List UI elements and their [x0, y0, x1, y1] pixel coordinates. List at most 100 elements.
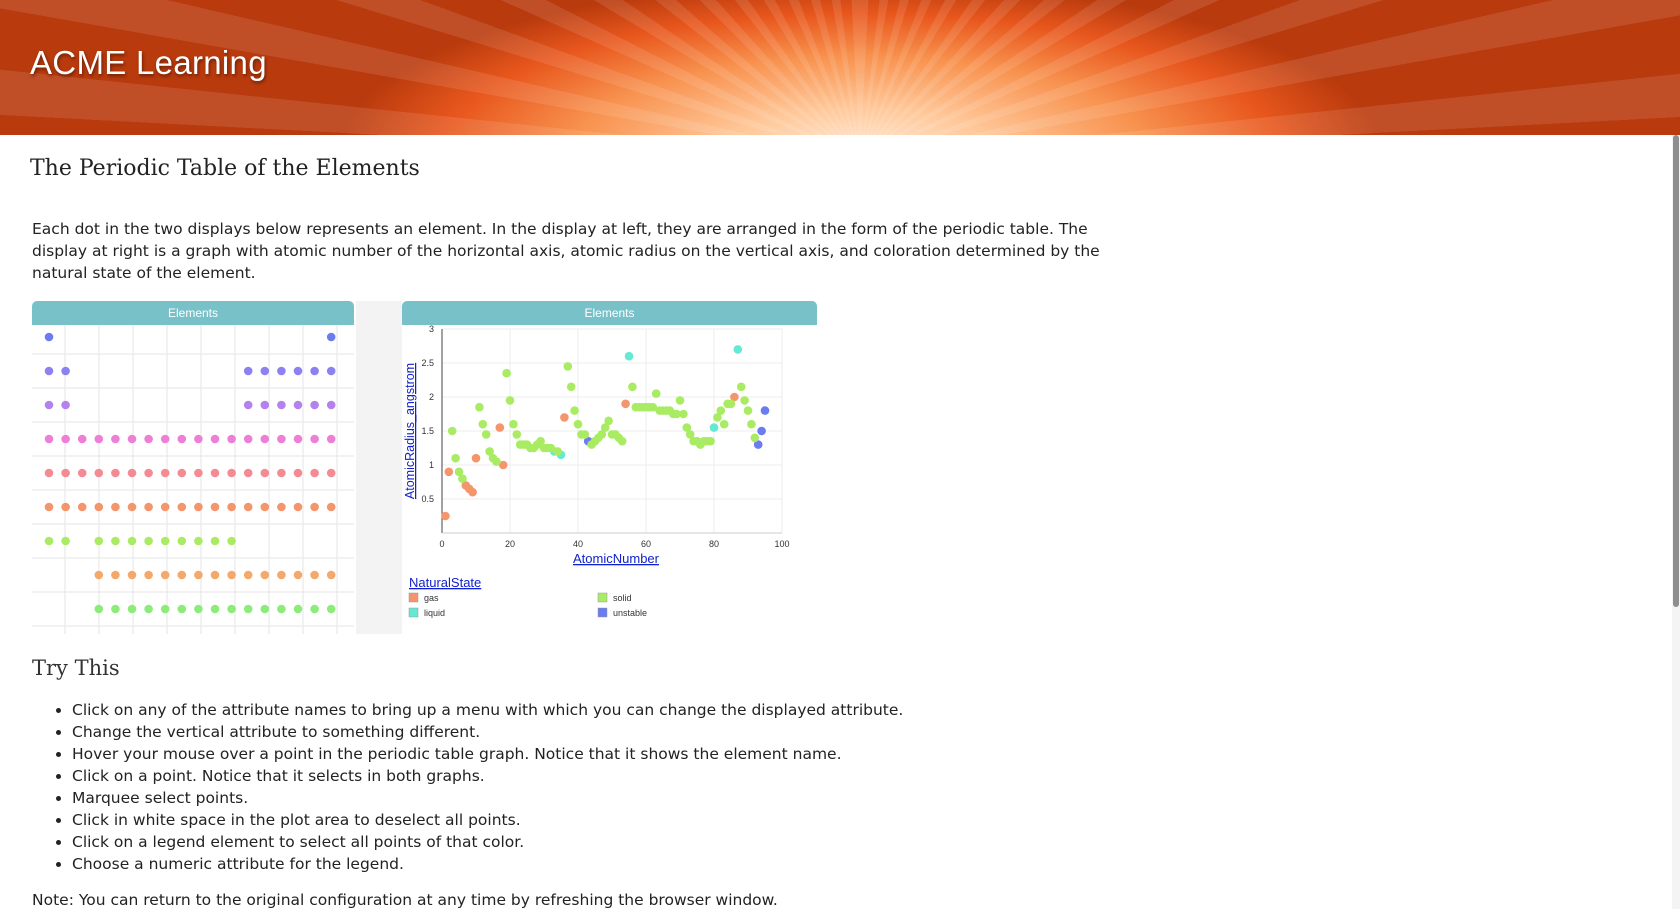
element-point[interactable]	[61, 434, 70, 444]
element-point[interactable]	[210, 502, 220, 512]
element-point[interactable]	[77, 502, 87, 512]
page-scrollbar[interactable]	[1672, 135, 1680, 909]
element-point[interactable]	[277, 468, 286, 478]
data-point-gas[interactable]	[468, 487, 477, 497]
element-point[interactable]	[127, 434, 137, 444]
data-point-liquid[interactable]	[709, 423, 719, 432]
element-point[interactable]	[227, 570, 236, 580]
element-point[interactable]	[194, 434, 203, 444]
element-point[interactable]	[326, 434, 336, 444]
element-point[interactable]	[310, 400, 319, 410]
data-point-solid[interactable]	[447, 426, 457, 436]
data-point-solid[interactable]	[604, 416, 613, 426]
element-point[interactable]	[94, 604, 104, 614]
data-point-solid[interactable]	[573, 419, 583, 429]
element-point[interactable]	[194, 468, 203, 478]
data-point-solid[interactable]	[451, 453, 460, 463]
element-point[interactable]	[277, 366, 286, 376]
element-point[interactable]	[111, 604, 120, 614]
data-point-solid[interactable]	[750, 433, 760, 443]
element-point[interactable]	[44, 502, 54, 512]
element-point[interactable]	[293, 570, 303, 580]
element-point[interactable]	[310, 366, 319, 376]
data-point-solid[interactable]	[502, 368, 511, 378]
element-point[interactable]	[177, 468, 187, 478]
data-point-gas[interactable]	[441, 511, 450, 521]
element-point[interactable]	[260, 570, 270, 580]
element-point[interactable]	[61, 400, 70, 410]
element-point[interactable]	[44, 434, 54, 444]
data-point-solid[interactable]	[719, 419, 729, 429]
element-point[interactable]	[326, 604, 336, 614]
element-point[interactable]	[177, 502, 187, 512]
data-point-solid[interactable]	[617, 436, 627, 446]
data-point-solid[interactable]	[716, 406, 726, 415]
scatter-plot[interactable]: 0.5 1 1.5 2 2.5 3 0 20 40 60 80 100 AtomicRadius_ang…	[402, 325, 817, 634]
data-point-solid[interactable]	[740, 396, 749, 405]
legend-swatch-solid[interactable]	[597, 592, 608, 603]
element-point[interactable]	[177, 570, 187, 580]
element-point[interactable]	[111, 502, 120, 512]
element-point[interactable]	[61, 502, 70, 512]
element-point[interactable]	[127, 468, 137, 478]
legend-title[interactable]: NaturalState	[409, 575, 481, 590]
element-point[interactable]	[111, 468, 120, 478]
element-point[interactable]	[277, 604, 286, 614]
element-point[interactable]	[243, 468, 253, 478]
element-point[interactable]	[44, 400, 54, 410]
periodic-table-header[interactable]: Elements	[32, 301, 354, 325]
data-point-solid[interactable]	[628, 382, 637, 392]
legend-label-solid[interactable]: solid	[613, 593, 632, 603]
element-point[interactable]	[194, 502, 203, 512]
data-point-solid[interactable]	[553, 447, 562, 456]
element-point[interactable]	[144, 604, 153, 614]
element-point[interactable]	[326, 468, 336, 478]
element-point[interactable]	[260, 468, 270, 478]
data-point-solid[interactable]	[580, 430, 590, 439]
element-point[interactable]	[111, 434, 120, 444]
element-point[interactable]	[277, 502, 286, 512]
element-point[interactable]	[94, 434, 104, 444]
data-point-solid[interactable]	[736, 382, 746, 392]
data-point-solid[interactable]	[566, 382, 576, 392]
element-point[interactable]	[310, 604, 319, 614]
data-point-solid[interactable]	[481, 430, 491, 439]
data-point-gas[interactable]	[560, 413, 569, 422]
element-point[interactable]	[260, 366, 270, 376]
element-point[interactable]	[144, 502, 153, 512]
element-point[interactable]	[243, 604, 253, 614]
data-point-gas[interactable]	[444, 467, 454, 477]
element-point[interactable]	[210, 434, 220, 444]
data-point-solid[interactable]	[509, 419, 518, 429]
element-point[interactable]	[127, 502, 137, 512]
data-point-solid[interactable]	[512, 430, 522, 439]
element-point[interactable]	[44, 468, 54, 478]
element-point[interactable]	[111, 570, 120, 580]
element-point[interactable]	[160, 502, 170, 512]
scrollbar-thumb[interactable]	[1673, 135, 1679, 607]
data-point-solid[interactable]	[743, 406, 753, 415]
element-point[interactable]	[144, 570, 153, 580]
element-point[interactable]	[194, 536, 203, 546]
data-point-solid[interactable]	[726, 399, 736, 409]
element-point[interactable]	[94, 536, 104, 546]
data-point-gas[interactable]	[621, 399, 630, 409]
element-point[interactable]	[177, 604, 187, 614]
data-point-solid[interactable]	[651, 389, 661, 398]
element-point[interactable]	[293, 434, 303, 444]
element-point[interactable]	[77, 434, 87, 444]
element-point[interactable]	[77, 468, 87, 478]
element-point[interactable]	[326, 366, 336, 376]
element-point[interactable]	[293, 468, 303, 478]
data-point-unstable[interactable]	[760, 406, 770, 415]
periodic-table-panel[interactable]: Elements	[32, 301, 354, 634]
periodic-table-plot[interactable]	[32, 325, 354, 634]
element-point[interactable]	[277, 434, 286, 444]
element-point[interactable]	[111, 536, 120, 546]
element-point[interactable]	[243, 434, 253, 444]
element-point[interactable]	[44, 366, 54, 376]
x-axis-label[interactable]: AtomicNumber	[573, 551, 660, 566]
element-point[interactable]	[177, 434, 187, 444]
element-point[interactable]	[210, 570, 220, 580]
element-point[interactable]	[44, 332, 54, 342]
